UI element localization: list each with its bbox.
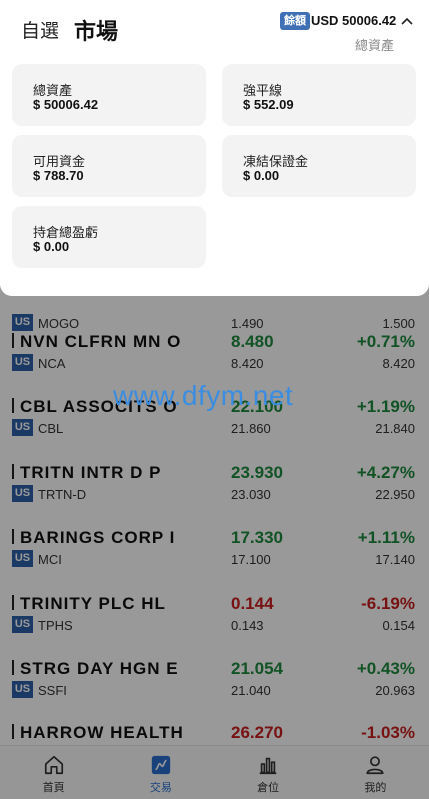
card-total-pnl: 持倉總盈虧 $ 0.00 <box>12 206 206 268</box>
card-total-assets: 總資產 $ 50006.42 <box>12 64 206 126</box>
card-value: $ 552.09 <box>243 97 294 112</box>
card-frozen-margin: 凍結保證金 $ 0.00 <box>222 135 416 197</box>
card-liquidation-line: 強平線 $ 552.09 <box>222 64 416 126</box>
tab-watchlist[interactable]: 自選 <box>21 16 59 43</box>
watermark: www.dfym.net <box>113 380 294 411</box>
card-value: $ 788.70 <box>33 168 84 183</box>
card-value: $ 0.00 <box>33 239 70 254</box>
card-value: $ 50006.42 <box>33 97 99 112</box>
card-value: $ 0.00 <box>243 168 280 183</box>
account-panel: 自選 市場 餘額 USD 50006.42 總資產 總資產 $ 50006.42… <box>0 0 429 296</box>
card-available-funds: 可用資金 $ 788.70 <box>12 135 206 197</box>
balance-badge: 餘額 <box>280 12 310 30</box>
tab-market[interactable]: 市場 <box>74 14 118 46</box>
balance-value[interactable]: USD 50006.42 <box>311 12 396 30</box>
balance-subtitle: 總資產 <box>355 38 395 53</box>
chevron-up-icon[interactable] <box>400 14 414 28</box>
